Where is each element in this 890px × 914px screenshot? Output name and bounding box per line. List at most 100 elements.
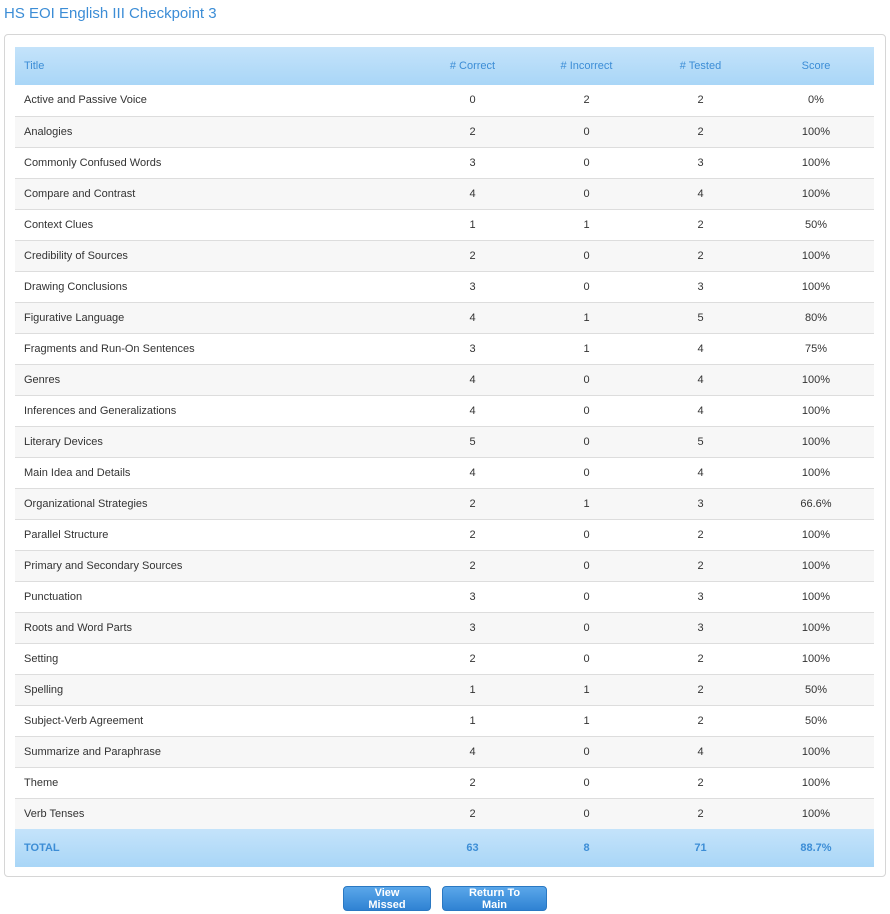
row-title: Active and Passive Voice <box>24 94 147 107</box>
table-row: Main Idea and Details 4 0 4 100% <box>15 456 874 488</box>
row-score: 100% <box>758 642 874 674</box>
row-incorrect: 1 <box>530 704 643 736</box>
row-tested: 4 <box>643 332 758 364</box>
row-correct: 3 <box>415 270 530 302</box>
row-incorrect: 0 <box>530 518 643 550</box>
column-header-title[interactable]: Title <box>15 47 415 85</box>
row-incorrect: 0 <box>530 580 643 612</box>
row-score: 100% <box>758 177 874 209</box>
row-incorrect: 0 <box>530 766 643 798</box>
row-correct: 2 <box>415 766 530 798</box>
table-row: Setting 2 0 2 100% <box>15 642 874 674</box>
table-row: Organizational Strategies 2 1 3 66.6% <box>15 487 874 519</box>
total-tested: 71 <box>694 842 707 854</box>
row-title: Genres <box>15 363 415 395</box>
row-title: Theme <box>15 766 415 798</box>
table-header-row: Title # Correct # Incorrect # Tested Sco… <box>15 47 874 85</box>
table-row: Figurative Language 4 1 5 80% <box>15 301 874 333</box>
row-correct: 4 <box>415 456 530 488</box>
row-tested: 3 <box>643 580 758 612</box>
row-correct: 4 <box>415 177 530 209</box>
row-tested: 5 <box>643 425 758 457</box>
return-to-main-button[interactable]: Return To Main <box>442 886 547 911</box>
row-score: 100% <box>758 363 874 395</box>
row-score: 0% <box>808 94 824 107</box>
row-tested: 2 <box>643 518 758 550</box>
row-title: Literary Devices <box>15 425 415 457</box>
row-correct: 2 <box>415 797 530 829</box>
column-header-incorrect[interactable]: # Incorrect <box>530 47 643 85</box>
row-tested: 3 <box>643 487 758 519</box>
row-tested: 2 <box>643 766 758 798</box>
row-score: 80% <box>758 301 874 333</box>
row-correct: 2 <box>415 518 530 550</box>
row-incorrect: 0 <box>530 456 643 488</box>
total-score: 88.7% <box>800 842 832 854</box>
row-tested: 4 <box>643 394 758 426</box>
row-title: Parallel Structure <box>15 518 415 550</box>
row-title: Spelling <box>15 673 415 705</box>
table-row: Commonly Confused Words 3 0 3 100% <box>15 146 874 178</box>
row-tested: 4 <box>643 456 758 488</box>
row-title: Subject-Verb Agreement <box>15 704 415 736</box>
row-score: 100% <box>758 115 874 147</box>
table-row: Credibility of Sources 2 0 2 100% <box>15 239 874 271</box>
row-correct: 4 <box>415 735 530 767</box>
table-body: Active and Passive Voice 0 2 2 0% Analogies 2 0… <box>15 85 874 829</box>
row-incorrect: 0 <box>530 270 643 302</box>
table-row: Primary and Secondary Sources 2 0 2 100% <box>15 549 874 581</box>
row-tested: 2 <box>643 673 758 705</box>
row-incorrect: 0 <box>530 735 643 767</box>
row-score: 75% <box>758 332 874 364</box>
column-header-score[interactable]: Score <box>758 47 874 85</box>
row-correct: 3 <box>415 611 530 643</box>
row-tested: 2 <box>643 549 758 581</box>
row-incorrect: 1 <box>530 208 643 240</box>
row-correct: 1 <box>415 704 530 736</box>
row-title: Commonly Confused Words <box>15 146 415 178</box>
row-correct: 2 <box>415 642 530 674</box>
table-row: Drawing Conclusions 3 0 3 100% <box>15 270 874 302</box>
row-title: Verb Tenses <box>15 797 415 829</box>
row-title: Credibility of Sources <box>15 239 415 271</box>
row-incorrect: 0 <box>530 394 643 426</box>
row-title: Inferences and Generalizations <box>15 394 415 426</box>
row-incorrect: 0 <box>530 611 643 643</box>
row-tested: 4 <box>643 177 758 209</box>
row-correct: 2 <box>415 239 530 271</box>
row-score: 100% <box>758 611 874 643</box>
row-title: Context Clues <box>15 208 415 240</box>
row-title: Setting <box>15 642 415 674</box>
row-tested: 5 <box>643 301 758 333</box>
table-row: Spelling 1 1 2 50% <box>15 673 874 705</box>
row-correct: 4 <box>415 363 530 395</box>
column-header-tested[interactable]: # Tested <box>643 47 758 85</box>
row-incorrect: 0 <box>530 146 643 178</box>
row-incorrect: 0 <box>530 797 643 829</box>
row-title: Figurative Language <box>15 301 415 333</box>
view-missed-button[interactable]: View Missed <box>343 886 431 911</box>
row-tested: 2 <box>697 94 704 107</box>
table-row: Literary Devices 5 0 5 100% <box>15 425 874 457</box>
table-row: Roots and Word Parts 3 0 3 100% <box>15 611 874 643</box>
column-header-correct[interactable]: # Correct <box>415 47 530 85</box>
table-row: Fragments and Run-On Sentences 3 1 4 75% <box>15 332 874 364</box>
row-score: 100% <box>758 425 874 457</box>
row-title: Fragments and Run-On Sentences <box>15 332 415 364</box>
row-score: 100% <box>758 456 874 488</box>
row-tested: 4 <box>643 735 758 767</box>
row-incorrect: 0 <box>530 642 643 674</box>
row-score: 100% <box>758 518 874 550</box>
row-incorrect: 0 <box>530 115 643 147</box>
table-row: Theme 2 0 2 100% <box>15 766 874 798</box>
row-tested: 2 <box>643 115 758 147</box>
table-row: Punctuation 3 0 3 100% <box>15 580 874 612</box>
table-row: Subject-Verb Agreement 1 1 2 50% <box>15 704 874 736</box>
table-row: Compare and Contrast 4 0 4 100% <box>15 177 874 209</box>
row-score: 100% <box>758 549 874 581</box>
row-title: Summarize and Paraphrase <box>15 735 415 767</box>
row-score: 100% <box>758 797 874 829</box>
row-correct: 2 <box>415 549 530 581</box>
row-score: 100% <box>758 766 874 798</box>
table-row: Analogies 2 0 2 100% <box>15 115 874 147</box>
